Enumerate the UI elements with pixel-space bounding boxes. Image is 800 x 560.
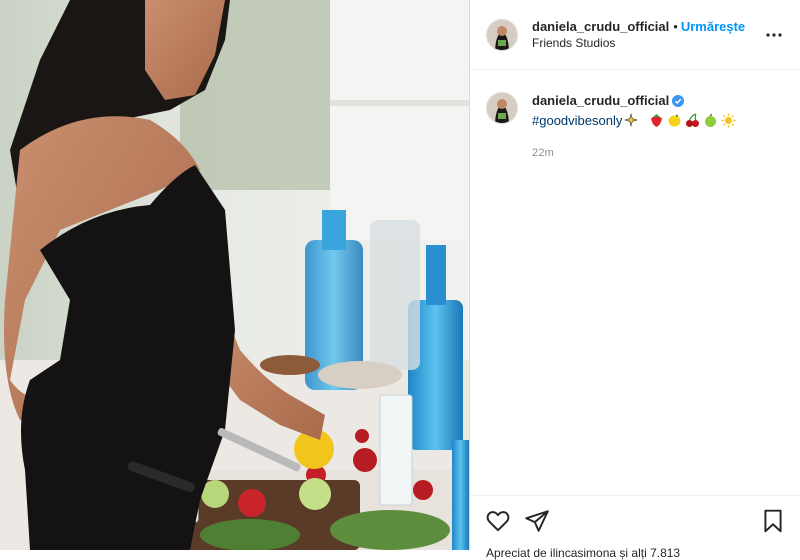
follow-button[interactable]: Urmărește: [681, 19, 745, 34]
strawberry-icon: [651, 114, 663, 127]
caption: daniela_crudu_official #goodvibesonly 22…: [470, 70, 800, 162]
post-header: daniela_crudu_official • Urmărește Friends…: [470, 0, 800, 70]
likes-summary[interactable]: Apreciat de ilincasimona și alți 7.813: [486, 546, 680, 560]
instagram-post: daniela_crudu_official • Urmărește Friends…: [0, 0, 800, 560]
action-bar: [470, 495, 800, 551]
location-link[interactable]: Friends Studios: [532, 35, 762, 52]
avatar-image: [487, 19, 517, 50]
sun-icon: [721, 113, 736, 128]
post-time[interactable]: 22m: [532, 144, 736, 162]
separator-dot: •: [673, 18, 678, 34]
cherries-icon: [686, 113, 700, 127]
username-link[interactable]: daniela_crudu_official: [532, 19, 669, 34]
caption-avatar[interactable]: [486, 92, 518, 124]
green-apple-icon: [705, 113, 717, 127]
caption-emojis: [624, 113, 736, 128]
more-options-icon[interactable]: [762, 23, 786, 47]
sparkles-icon: [624, 113, 639, 128]
post-sidebar: daniela_crudu_official • Urmărește Friends…: [469, 0, 800, 560]
avatar[interactable]: [486, 18, 518, 51]
caption-username[interactable]: daniela_crudu_official: [532, 93, 669, 108]
photo-illustration: [0, 0, 469, 550]
hashtag-link[interactable]: #goodvibesonly: [532, 113, 622, 128]
header-info: daniela_crudu_official • Urmărește Friends…: [532, 18, 762, 52]
avatar-image: [487, 93, 517, 123]
share-icon[interactable]: [524, 508, 550, 534]
post-photo[interactable]: [0, 0, 469, 550]
verified-badge-icon: [672, 94, 685, 112]
heart-icon[interactable]: [485, 508, 511, 534]
bookmark-icon[interactable]: [760, 508, 786, 534]
lemon-icon: [668, 114, 681, 127]
caption-text: daniela_crudu_official #goodvibesonly 22…: [532, 92, 736, 162]
